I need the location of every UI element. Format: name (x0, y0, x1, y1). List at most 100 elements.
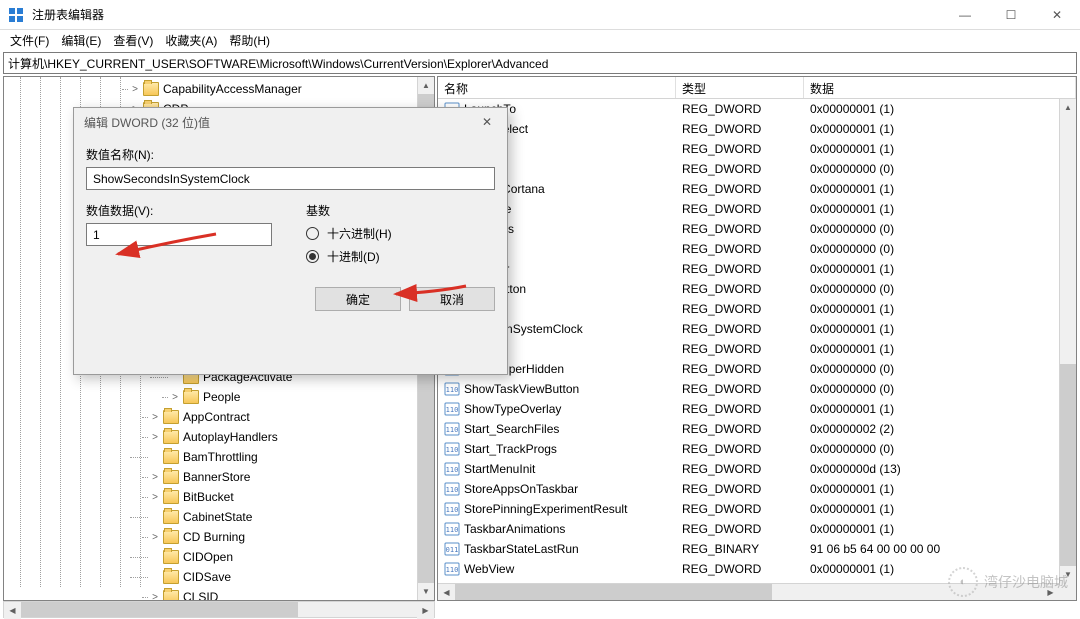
tree-item-label: People (203, 390, 240, 404)
value-data: 0x00000000 (0) (804, 162, 1076, 176)
list-row[interactable]: 110StoreAppsOnTaskbarREG_DWORD0x00000001… (438, 479, 1076, 499)
value-data: 0x00000000 (0) (804, 282, 1076, 296)
radio-hexadecimal[interactable]: 十六进制(H) (306, 225, 495, 242)
cancel-button[interactable]: 取消 (409, 287, 495, 311)
window-titlebar: 注册表编辑器 — ☐ ✕ (0, 0, 1080, 30)
list-row[interactable]: 110StorePinningExperimentResultREG_DWORD… (438, 499, 1076, 519)
value-type: REG_DWORD (676, 382, 804, 396)
tree-expand-icon[interactable]: > (149, 591, 161, 600)
list-vertical-scrollbar[interactable]: ▲ ▼ (1059, 99, 1076, 583)
close-button[interactable]: ✕ (1034, 0, 1080, 30)
tree-item-label: CD Burning (183, 530, 245, 544)
list-row[interactable]: 110tusBarREG_DWORD0x00000001 (1) (438, 339, 1076, 359)
folder-icon (163, 490, 179, 504)
tree-item[interactable]: > AutoplayHandlers (149, 427, 278, 447)
maximize-button[interactable]: ☐ (988, 0, 1034, 30)
list-row[interactable]: 110dminUIREG_DWORD0x00000000 (0) (438, 239, 1076, 259)
list-row[interactable]: 110TaskbarAnimationsREG_DWORD0x00000001 … (438, 519, 1076, 539)
value-name-input[interactable] (86, 167, 495, 190)
list-row[interactable]: 011TaskbarStateLastRunREG_BINARY91 06 b5… (438, 539, 1076, 559)
list-row[interactable]: 110dUnpinCortanaREG_DWORD0x00000001 (1) (438, 179, 1076, 199)
list-row[interactable]: 110econdsInSystemClockREG_DWORD0x0000000… (438, 319, 1076, 339)
list-row[interactable]: 110ShowTaskViewButtonREG_DWORD0x00000000… (438, 379, 1076, 399)
value-type: REG_DWORD (676, 302, 804, 316)
svg-text:110: 110 (446, 406, 459, 414)
dword-value-icon: 110 (444, 441, 460, 457)
value-name: ShowTypeOverlay (464, 402, 561, 416)
tree-item[interactable]: BamThrottling (149, 447, 258, 467)
value-type: REG_DWORD (676, 242, 804, 256)
list-row[interactable]: 110oTipREG_DWORD0x00000001 (1) (438, 299, 1076, 319)
column-type[interactable]: 类型 (676, 77, 804, 98)
tree-item[interactable]: > CapabilityAccessManager (129, 79, 302, 99)
list-row[interactable]: 110LaunchToREG_DWORD0x00000001 (1) (438, 99, 1076, 119)
tree-item-label: BamThrottling (183, 450, 258, 464)
list-row[interactable]: 110ShowTypeOverlayREG_DWORD0x00000001 (1… (438, 399, 1076, 419)
radio-icon (306, 227, 319, 240)
list-row[interactable]: 110edProfileREG_DWORD0x00000001 (1) (438, 199, 1076, 219)
tree-item[interactable]: >BitBucket (149, 487, 234, 507)
tree-item[interactable]: CabinetState (149, 507, 252, 527)
value-data-input[interactable] (86, 223, 272, 246)
radio-decimal[interactable]: 十进制(D) (306, 248, 495, 265)
value-name: Start_SearchFiles (464, 422, 559, 436)
value-type: REG_DWORD (676, 322, 804, 336)
column-data[interactable]: 数据 (804, 77, 1076, 98)
dword-value-icon: 110 (444, 421, 460, 437)
dialog-titlebar[interactable]: 编辑 DWORD (32 位)值 ✕ (74, 108, 507, 136)
value-type: REG_DWORD (676, 462, 804, 476)
value-type: REG_DWORD (676, 362, 804, 376)
menu-file[interactable]: 文件(F) (4, 31, 55, 50)
list-row[interactable]: 110StartMenuInitREG_DWORD0x0000000d (13) (438, 459, 1076, 479)
dword-value-icon: 110 (444, 481, 460, 497)
value-data: 0x00000000 (0) (804, 222, 1076, 236)
ok-button[interactable]: 确定 (315, 287, 401, 311)
list-row[interactable]: 110ShadowREG_DWORD0x00000001 (1) (438, 139, 1076, 159)
tree-item-label: CIDSave (183, 570, 231, 584)
value-data: 0x00000001 (1) (804, 522, 1076, 536)
tree-item[interactable]: >CLSID (149, 587, 218, 600)
menu-help[interactable]: 帮助(H) (223, 31, 276, 50)
tree-expand-icon[interactable]: > (149, 411, 161, 423)
menu-view[interactable]: 查看(V) (107, 31, 159, 50)
tree-item[interactable]: >BannerStore (149, 467, 250, 487)
tree-expand-icon[interactable]: > (149, 531, 161, 543)
list-row[interactable]: 110mpColorREG_DWORD0x00000001 (1) (438, 259, 1076, 279)
value-type: REG_DWORD (676, 202, 804, 216)
tree-expand-icon[interactable]: > (149, 491, 161, 503)
address-bar[interactable]: 计算机\HKEY_CURRENT_USER\SOFTWARE\Microsoft… (3, 52, 1077, 74)
dialog-close-button[interactable]: ✕ (473, 111, 501, 133)
svg-text:011: 011 (446, 546, 459, 554)
tree-expand-icon[interactable]: > (149, 431, 161, 443)
dword-value-icon: 110 (444, 381, 460, 397)
tree-item[interactable]: > People (169, 387, 240, 407)
tree-expand-icon[interactable]: > (129, 83, 141, 95)
menu-favorites[interactable]: 收藏夹(A) (159, 31, 223, 50)
list-row[interactable]: 110DrvBtnREG_DWORD0x00000000 (0) (438, 159, 1076, 179)
tree-horizontal-scrollbar[interactable]: ◀ ▶ (3, 601, 435, 618)
value-data: 0x00000001 (1) (804, 262, 1076, 276)
list-row[interactable]: 110ShowSuperHiddenREG_DWORD0x00000000 (0… (438, 359, 1076, 379)
list-row[interactable]: 110rtanaButtonREG_DWORD0x00000000 (0) (438, 279, 1076, 299)
folder-icon (163, 510, 179, 524)
list-row[interactable]: 110eProcessREG_DWORD0x00000000 (0) (438, 219, 1076, 239)
tree-expand-icon[interactable]: > (149, 471, 161, 483)
tree-item[interactable]: CIDSave (149, 567, 231, 587)
tree-expand-icon[interactable]: > (169, 391, 181, 403)
value-name: StorePinningExperimentResult (464, 502, 627, 516)
list-row[interactable]: 110AlphaSelectREG_DWORD0x00000001 (1) (438, 119, 1076, 139)
list-row[interactable]: 110Start_TrackProgsREG_DWORD0x00000000 (… (438, 439, 1076, 459)
tree-item-label: AutoplayHandlers (183, 430, 278, 444)
tree-item[interactable]: CIDOpen (149, 547, 233, 567)
column-name[interactable]: 名称 (438, 77, 676, 98)
tree-item-label: CapabilityAccessManager (163, 82, 302, 96)
menu-edit[interactable]: 编辑(E) (55, 31, 107, 50)
tree-item[interactable]: >AppContract (149, 407, 250, 427)
folder-icon (163, 550, 179, 564)
value-type: REG_DWORD (676, 422, 804, 436)
value-data: 91 06 b5 64 00 00 00 00 (804, 542, 1076, 556)
list-row[interactable]: 110Start_SearchFilesREG_DWORD0x00000002 … (438, 419, 1076, 439)
value-name: Start_TrackProgs (464, 442, 557, 456)
tree-item[interactable]: > CD Burning (149, 527, 245, 547)
minimize-button[interactable]: — (942, 0, 988, 30)
